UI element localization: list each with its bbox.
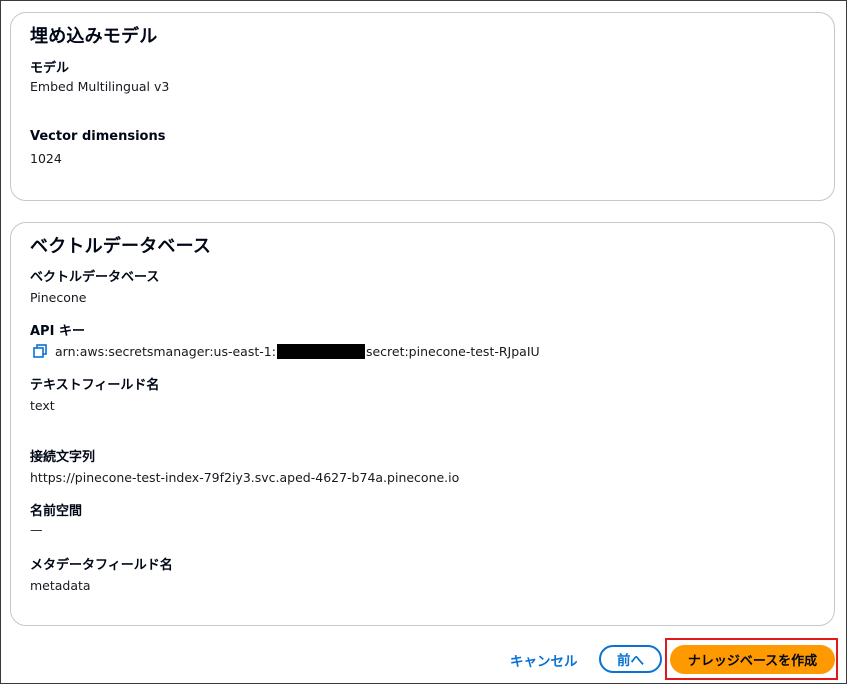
create-knowledge-base-button[interactable]: ナレッジベースを作成 (670, 645, 835, 674)
cancel-button[interactable]: キャンセル (510, 650, 578, 670)
vector-db-value: Pinecone (30, 290, 87, 305)
vector-section-title: ベクトルデータベース (30, 236, 212, 257)
vector-dimensions-value: 1024 (30, 151, 62, 166)
api-key-arn: arn:aws:secretsmanager:us-east-1: secret… (32, 343, 540, 359)
connection-string-label: 接続文字列 (30, 450, 96, 465)
model-value: Embed Multilingual v3 (30, 79, 170, 94)
api-key-label: API キー (30, 324, 85, 339)
vector-db-label: ベクトルデータベース (30, 270, 160, 285)
copy-icon[interactable] (32, 343, 48, 359)
connection-string-value: https://pinecone-test-index-79f2iy3.svc.… (30, 470, 460, 485)
api-key-arn-suffix: secret:pinecone-test-RJpaIU (365, 343, 540, 359)
text-field-value: text (30, 398, 55, 413)
previous-button[interactable]: 前へ (599, 645, 662, 673)
namespace-value: — (30, 522, 43, 537)
vector-dimensions-label: Vector dimensions (30, 129, 166, 144)
model-label: モデル (30, 61, 70, 76)
embedding-section-title: 埋め込みモデル (30, 26, 158, 47)
embedding-model-card: 埋め込みモデル モデル Embed Multilingual v3 Vector… (10, 12, 835, 201)
metadata-field-label: メタデータフィールド名 (30, 558, 173, 573)
metadata-field-value: metadata (30, 578, 91, 593)
api-key-arn-prefix: arn:aws:secretsmanager:us-east-1: (55, 343, 276, 359)
redacted-account-id (276, 343, 365, 359)
vector-database-card: ベクトルデータベース ベクトルデータベース Pinecone API キー ar… (10, 222, 835, 626)
text-field-label: テキストフィールド名 (30, 378, 160, 393)
namespace-label: 名前空間 (30, 504, 83, 519)
